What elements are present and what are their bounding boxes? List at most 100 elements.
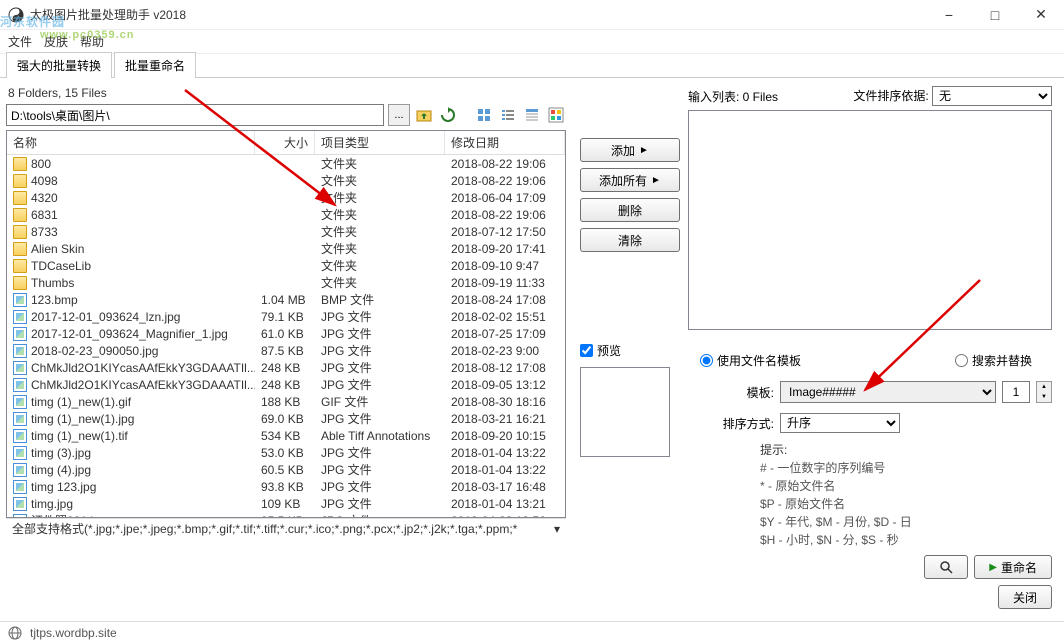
image-file-icon xyxy=(13,327,27,341)
image-file-icon xyxy=(13,293,27,307)
sort-order-select[interactable]: 升序 xyxy=(780,413,900,433)
tab-batch-convert[interactable]: 强大的批量转换 xyxy=(6,52,112,78)
table-row[interactable]: ChMkJld2O1KIYcasAAfEkkY3GDAAATIl...248 K… xyxy=(7,376,565,393)
table-row[interactable]: 2018-02-23_090050.jpg87.5 KBJPG 文件2018-0… xyxy=(7,342,565,359)
view-list-icon[interactable] xyxy=(498,105,518,125)
close-button[interactable]: ✕ xyxy=(1018,0,1064,30)
preview-checkbox[interactable]: 预览 xyxy=(580,338,680,363)
table-row[interactable]: timg.jpg109 KBJPG 文件2018-01-04 13:21 xyxy=(7,495,565,512)
image-file-icon xyxy=(13,514,27,518)
opt-search-replace[interactable]: 搜索并替换 xyxy=(955,352,1032,369)
status-site: tjtps.wordbp.site xyxy=(30,626,117,640)
col-date[interactable]: 修改日期 xyxy=(445,131,565,154)
app-icon xyxy=(8,7,24,23)
image-file-icon xyxy=(13,310,27,324)
folder-icon xyxy=(13,259,27,273)
table-row[interactable]: Thumbs文件夹2018-09-19 11:33 xyxy=(7,274,565,291)
table-row[interactable]: Alien Skin文件夹2018-09-20 17:41 xyxy=(7,240,565,257)
menu-help[interactable]: 帮助 xyxy=(80,33,104,50)
table-row[interactable]: timg 123.jpg93.8 KBJPG 文件2018-03-17 16:4… xyxy=(7,478,565,495)
globe-icon xyxy=(8,626,22,640)
folder-icon xyxy=(13,174,27,188)
path-input[interactable] xyxy=(6,104,384,126)
image-file-icon xyxy=(13,378,27,392)
hints-block: 提示: # - 一位数字的序列编号 * - 原始文件名 $P - 原始文件名 $… xyxy=(700,441,1052,549)
titlebar: 太极图片批量处理助手 v2018 − □ ✕ xyxy=(0,0,1064,30)
folder-icon xyxy=(13,191,27,205)
view-thumb-icon[interactable] xyxy=(546,105,566,125)
input-list-label: 输入列表: 0 Files xyxy=(688,88,778,105)
table-row[interactable]: 123.bmp1.04 MBBMP 文件2018-08-24 17:08 xyxy=(7,291,565,308)
table-row[interactable]: 6831文件夹2018-08-22 19:06 xyxy=(7,206,565,223)
add-all-button[interactable]: 添加所有► xyxy=(580,168,680,192)
folder-icon xyxy=(13,157,27,171)
preview-box xyxy=(580,367,670,457)
menubar: 文件 皮肤 帮助 xyxy=(0,30,1064,54)
folder-up-icon[interactable] xyxy=(414,105,434,125)
preview-rename-button[interactable] xyxy=(924,555,968,579)
folder-icon xyxy=(13,225,27,239)
sort-by-label: 文件排序依据: 无 xyxy=(853,86,1052,106)
menu-file[interactable]: 文件 xyxy=(8,33,32,50)
image-file-icon xyxy=(13,463,27,477)
table-row[interactable]: timg (1)_new(1).gif188 KBGIF 文件2018-08-3… xyxy=(7,393,565,410)
image-file-icon xyxy=(13,480,27,494)
file-list: 名称 大小 项目类型 修改日期 800文件夹2018-08-22 19:0640… xyxy=(6,130,566,518)
refresh-icon[interactable] xyxy=(438,105,458,125)
table-row[interactable]: 800文件夹2018-08-22 19:06 xyxy=(7,155,565,172)
col-type[interactable]: 项目类型 xyxy=(315,131,445,154)
window-title: 太极图片批量处理助手 v2018 xyxy=(30,6,926,23)
table-row[interactable]: timg (3).jpg53.0 KBJPG 文件2018-01-04 13:2… xyxy=(7,444,565,461)
list-body[interactable]: 800文件夹2018-08-22 19:064098文件夹2018-08-22 … xyxy=(7,155,565,517)
close-panel-button[interactable]: 关闭 xyxy=(998,585,1052,609)
formats-footer[interactable]: 全部支持格式(*.jpg;*.jpe;*.jpeg;*.bmp;*.gif;*.… xyxy=(6,518,566,538)
table-row[interactable]: 2017-12-01_093624_lzn.jpg79.1 KBJPG 文件20… xyxy=(7,308,565,325)
search-icon xyxy=(939,560,953,574)
delete-button[interactable]: 删除 xyxy=(580,198,680,222)
view-large-icon[interactable] xyxy=(474,105,494,125)
browse-button[interactable]: ... xyxy=(388,104,410,126)
tab-batch-rename[interactable]: 批量重命名 xyxy=(114,52,196,78)
sort-by-select[interactable]: 无 xyxy=(932,86,1052,106)
image-file-icon xyxy=(13,497,27,511)
image-file-icon xyxy=(13,344,27,358)
table-row[interactable]: TDCaseLib文件夹2018-09-10 9:47 xyxy=(7,257,565,274)
opt-template[interactable]: 使用文件名模板 xyxy=(700,352,801,369)
folder-icon xyxy=(13,242,27,256)
table-row[interactable]: timg (4).jpg60.5 KBJPG 文件2018-01-04 13:2… xyxy=(7,461,565,478)
image-file-icon xyxy=(13,361,27,375)
table-row[interactable]: 2017-12-01_093624_Magnifier_1.jpg61.0 KB… xyxy=(7,325,565,342)
col-size[interactable]: 大小 xyxy=(255,131,315,154)
col-name[interactable]: 名称 xyxy=(7,131,255,154)
table-row[interactable]: ChMkJld2O1KIYcasAAfEkkY3GDAAATIl...248 K… xyxy=(7,359,565,376)
start-number-input[interactable] xyxy=(1002,381,1030,403)
table-row[interactable]: 4098文件夹2018-08-22 19:06 xyxy=(7,172,565,189)
folder-icon xyxy=(13,276,27,290)
minimize-button[interactable]: − xyxy=(926,0,972,30)
list-header: 名称 大小 项目类型 修改日期 xyxy=(7,131,565,155)
template-label: 模板: xyxy=(700,384,774,401)
image-file-icon xyxy=(13,395,27,409)
number-spinner[interactable]: ▲▼ xyxy=(1036,381,1052,403)
folder-icon xyxy=(13,208,27,222)
table-row[interactable]: timg (1)_new(1).tif534 KBAble Tiff Annot… xyxy=(7,427,565,444)
table-row[interactable]: timg (1)_new(1).jpg69.0 KBJPG 文件2018-03-… xyxy=(7,410,565,427)
add-button[interactable]: 添加► xyxy=(580,138,680,162)
image-file-icon xyxy=(13,412,27,426)
view-details-icon[interactable] xyxy=(522,105,542,125)
menu-skin[interactable]: 皮肤 xyxy=(44,33,68,50)
template-input[interactable]: Image##### xyxy=(780,381,996,403)
folder-summary: 8 Folders, 15 Files xyxy=(6,84,566,104)
table-row[interactable]: 4320文件夹2018-06-04 17:09 xyxy=(7,189,565,206)
table-row[interactable]: 证件照001.jpg95.5 KBJPG 文件2018-04-23 13:56 xyxy=(7,512,565,517)
image-file-icon xyxy=(13,429,27,443)
tabstrip: 强大的批量转换 批量重命名 xyxy=(0,54,1064,78)
image-file-icon xyxy=(13,446,27,460)
maximize-button[interactable]: □ xyxy=(972,0,1018,30)
table-row[interactable]: 8733文件夹2018-07-12 17:50 xyxy=(7,223,565,240)
statusbar: tjtps.wordbp.site xyxy=(0,621,1064,643)
sort-label: 排序方式: xyxy=(700,415,774,432)
rename-button[interactable]: ▶重命名 xyxy=(974,555,1052,579)
clear-button[interactable]: 清除 xyxy=(580,228,680,252)
input-list-box[interactable] xyxy=(688,110,1052,330)
